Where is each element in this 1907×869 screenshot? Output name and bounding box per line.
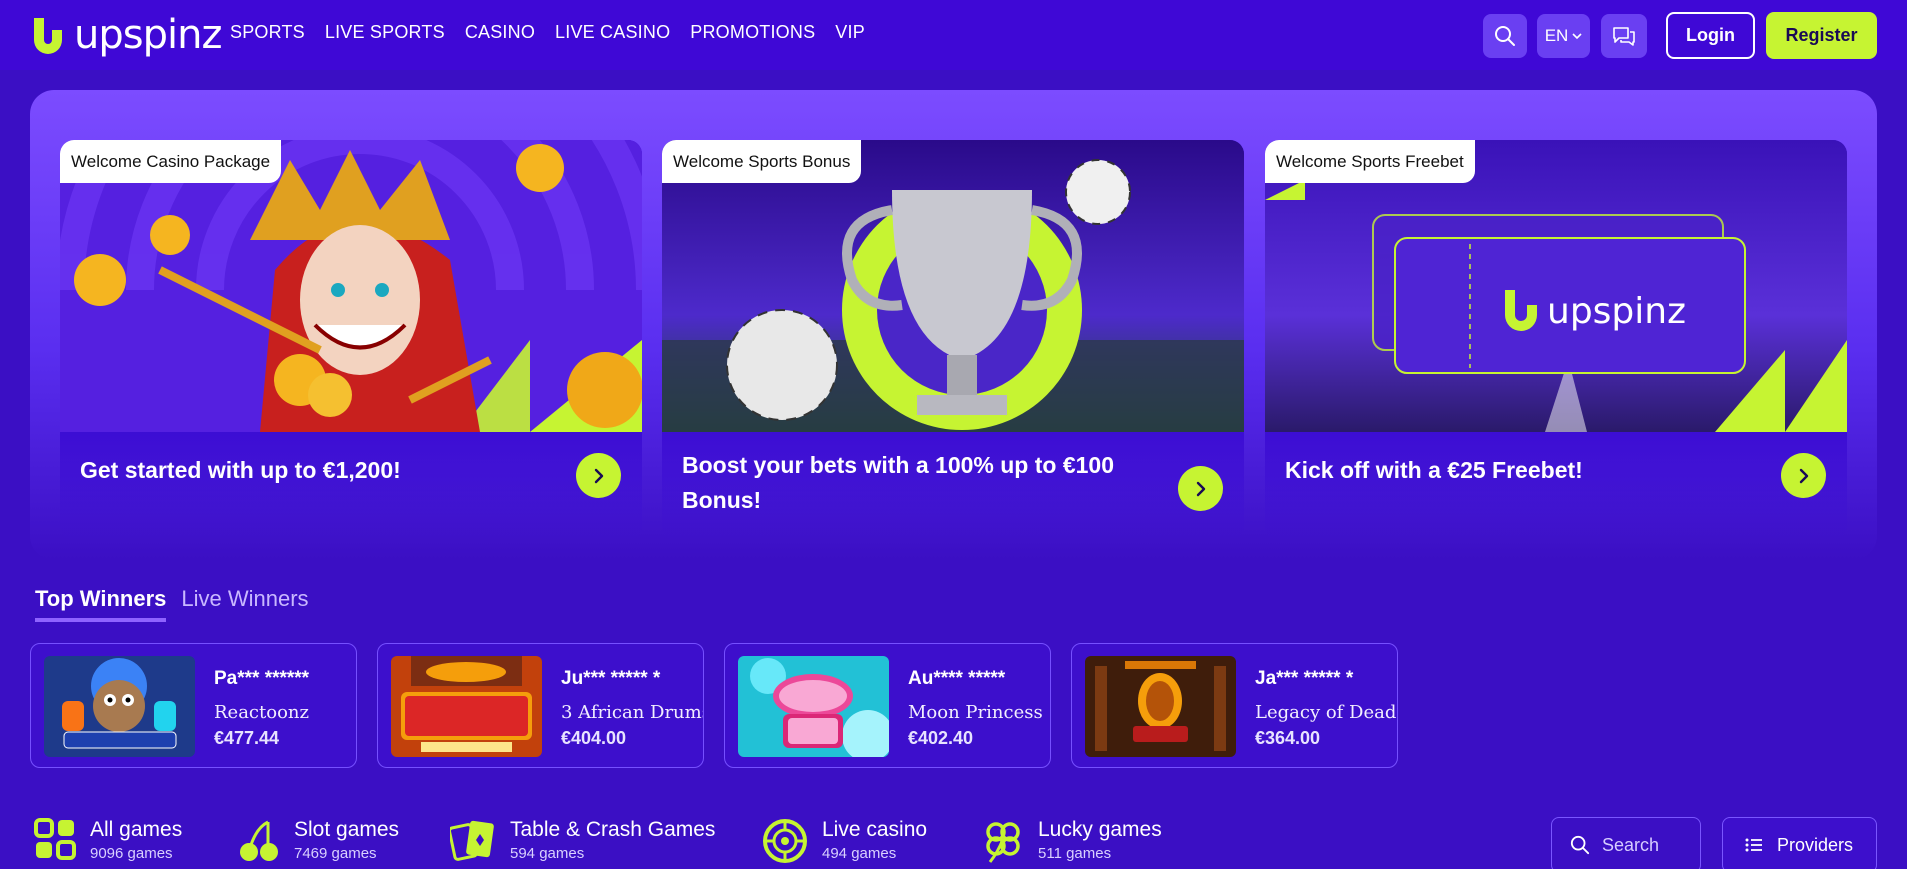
language-selector[interactable]: EN	[1537, 14, 1590, 58]
category-slot-games[interactable]: Slot games 7469 games	[238, 818, 399, 864]
chevron-down-icon	[1572, 33, 1582, 40]
promo-title: Boost your bets with a 100% up to €100 B…	[682, 452, 1114, 513]
game-thumbnail-moon-princess	[738, 656, 889, 757]
promo-arrow-button[interactable]	[1178, 466, 1223, 511]
register-button[interactable]: Register	[1766, 12, 1877, 59]
category-live-casino[interactable]: Live casino 494 games	[762, 818, 927, 864]
list-icon	[1745, 838, 1762, 852]
winner-card[interactable]: Au**** ***** Moon Princess 1( €402.40	[724, 643, 1051, 768]
chat-button[interactable]	[1601, 14, 1647, 58]
tab-live-winners[interactable]: Live Winners	[181, 586, 308, 622]
nav-casino[interactable]: CASINO	[465, 22, 535, 43]
category-label: Live casino	[822, 818, 928, 841]
search-button[interactable]	[1483, 14, 1527, 58]
roulette-icon	[763, 819, 807, 863]
game-thumbnail-african-drums	[391, 656, 542, 757]
winner-name: Ju*** ***** *	[561, 668, 661, 689]
promo-image-sports	[662, 140, 1244, 432]
winner-name: Ja*** ***** *	[1255, 668, 1354, 689]
chat-icon	[1613, 27, 1635, 46]
clover-icon	[986, 822, 1020, 863]
winner-game: 3 African Drums	[561, 702, 704, 723]
tab-top-winners[interactable]: Top Winners	[35, 586, 167, 622]
winner-amount: €402.40	[908, 728, 974, 748]
login-button[interactable]: Login	[1666, 12, 1755, 59]
promo-title: Kick off with a €25 Freebet!	[1285, 457, 1583, 483]
logo-wordmark: upspinz	[74, 12, 222, 58]
category-lucky-games[interactable]: Lucky games 511 games	[982, 818, 1162, 864]
winner-amount: €477.44	[214, 728, 280, 748]
winner-card[interactable]: Ja*** ***** * Legacy of Dead €364.00	[1071, 643, 1398, 768]
search-input[interactable]	[1602, 834, 1692, 856]
winner-game: Legacy of Dead	[1255, 702, 1397, 723]
upspinz-logo[interactable]: upspinz	[28, 12, 222, 58]
promo-card-freebet[interactable]: upspinz Welcome Sports Freebet Kick off …	[1265, 140, 1847, 540]
category-count: 511 games	[1038, 845, 1112, 862]
winner-amount: €364.00	[1255, 728, 1321, 748]
category-count: 494 games	[822, 845, 897, 862]
logo-mark-icon	[34, 18, 62, 54]
chevron-right-icon	[1799, 468, 1808, 483]
search-icon	[1570, 835, 1590, 855]
nav-vip[interactable]: VIP	[835, 22, 865, 43]
game-search[interactable]	[1551, 817, 1701, 869]
nav-live-casino[interactable]: LIVE CASINO	[555, 22, 670, 43]
promo-arrow-button[interactable]	[1781, 453, 1826, 498]
category-count: 9096 games	[90, 845, 173, 862]
promo-card-sports[interactable]: Welcome Sports Bonus Boost your bets wit…	[662, 140, 1244, 540]
promo-tag: Welcome Casino Package	[60, 140, 282, 183]
winner-name: Au**** *****	[908, 668, 1006, 689]
grid-icon	[34, 818, 76, 860]
promo-tag: Welcome Sports Bonus	[662, 140, 862, 183]
winner-game: Moon Princess 1(	[908, 702, 1050, 723]
search-icon	[1495, 26, 1515, 46]
chevron-right-icon	[594, 468, 603, 483]
nav-live-sports[interactable]: LIVE SPORTS	[325, 22, 445, 43]
promo-title: Get started with up to €1,200!	[80, 457, 401, 483]
cherries-icon	[240, 820, 278, 861]
category-count: 594 games	[510, 845, 585, 862]
top-header: upspinz SPORTS LIVE SPORTS CASINO LIVE C…	[0, 0, 1907, 70]
providers-label: Providers	[1777, 834, 1854, 855]
winner-card[interactable]: Pa*** ****** Reactoonz €477.44	[30, 643, 357, 768]
cards-icon	[450, 820, 494, 861]
chevron-right-icon	[1196, 481, 1205, 496]
category-label: Lucky games	[1038, 818, 1162, 841]
category-label: All games	[90, 818, 183, 841]
category-all-games[interactable]: All games 9096 games	[34, 818, 182, 862]
game-thumbnail-legacy-of-dead	[1085, 656, 1236, 757]
language-label: EN	[1544, 26, 1569, 45]
providers-button[interactable]: Providers	[1722, 817, 1877, 869]
category-label: Table & Crash Games	[510, 818, 716, 841]
main-nav: SPORTS LIVE SPORTS CASINO LIVE CASINO PR…	[230, 22, 865, 43]
winner-name: Pa*** ******	[214, 668, 310, 689]
promo-image-casino	[60, 140, 642, 432]
promo-tag: Welcome Sports Freebet	[1265, 140, 1475, 183]
game-thumbnail-reactoonz	[44, 656, 195, 757]
category-label: Slot games	[294, 818, 400, 841]
nav-promotions[interactable]: PROMOTIONS	[690, 22, 815, 43]
category-count: 7469 games	[294, 845, 377, 862]
winner-card[interactable]: Ju*** ***** * 3 African Drums €404.00	[377, 643, 704, 768]
category-table-crash-games[interactable]: Table & Crash Games 594 games	[450, 818, 715, 862]
winner-game: Reactoonz	[214, 702, 310, 723]
svg-text:upspinz: upspinz	[1547, 291, 1686, 332]
promo-arrow-button[interactable]	[576, 453, 621, 498]
promo-image-freebet: upspinz	[1265, 140, 1847, 432]
promo-card-casino[interactable]: Welcome Casino Package Get started with …	[60, 140, 642, 540]
nav-sports[interactable]: SPORTS	[230, 22, 305, 43]
winners-tabs: Top Winners Live Winners	[35, 586, 309, 622]
winner-amount: €404.00	[561, 728, 627, 748]
